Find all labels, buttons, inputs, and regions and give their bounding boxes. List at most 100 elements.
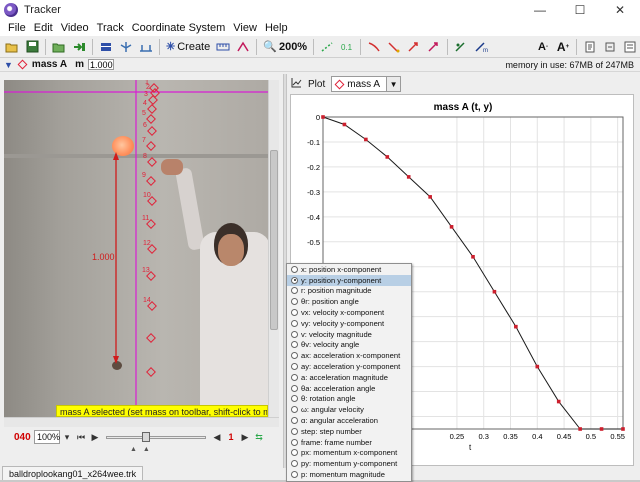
track-marker[interactable] [148, 95, 158, 105]
refresh-icon[interactable] [601, 38, 619, 56]
data-point[interactable] [578, 427, 582, 431]
scroll-thumb[interactable] [270, 150, 278, 330]
zoom-dropdown-icon[interactable]: ▾ [60, 430, 74, 444]
zoom-field[interactable]: 100% [34, 430, 60, 444]
menu-video[interactable]: Video [57, 22, 93, 34]
x-axis-label[interactable]: t [469, 443, 472, 452]
frame-number[interactable]: 040 [14, 432, 34, 443]
variable-menu-item[interactable]: py: momentum y-component [287, 458, 411, 469]
autotracker-icon[interactable] [234, 38, 252, 56]
variable-menu-item[interactable]: x: position x-component [287, 264, 411, 275]
radio-button[interactable] [291, 352, 298, 360]
track-menu-icon[interactable]: ▼ [4, 60, 13, 70]
variable-menu-item[interactable]: r: position magnitude [287, 286, 411, 297]
menu-help[interactable]: Help [261, 22, 292, 34]
track-marker[interactable] [147, 104, 157, 114]
track-marker[interactable] [147, 157, 157, 167]
data-point[interactable] [364, 137, 368, 142]
text-size-decrease-icon[interactable]: A- [534, 38, 552, 56]
track-marker[interactable] [146, 176, 156, 186]
save-icon[interactable] [23, 38, 41, 56]
close-button[interactable]: ✕ [600, 0, 640, 20]
go-to-start-icon[interactable]: ⏮ [74, 430, 88, 444]
data-point[interactable] [514, 324, 518, 329]
variable-menu-item[interactable]: vx: velocity x-component [287, 307, 411, 318]
variable-menu-item[interactable]: θ: rotation angle [287, 394, 411, 405]
radio-button[interactable] [291, 276, 298, 284]
mass-field[interactable] [88, 59, 115, 70]
variable-menu-item[interactable]: vy: velocity y-component [287, 318, 411, 329]
radio-button[interactable] [291, 330, 298, 338]
clip-settings-icon[interactable] [97, 38, 115, 56]
data-point[interactable] [385, 155, 390, 159]
radio-button[interactable] [291, 406, 298, 414]
radio-button[interactable] [291, 341, 298, 349]
radio-button[interactable] [291, 427, 298, 435]
radio-button[interactable] [291, 384, 298, 392]
variable-menu-item[interactable]: ω: angular velocity [287, 404, 411, 415]
slider-knob[interactable] [142, 432, 150, 442]
labels-icon[interactable]: 0.1 [338, 38, 356, 56]
data-point[interactable] [449, 225, 454, 229]
track-name[interactable]: mass A [32, 59, 67, 70]
acceleration-icon[interactable] [425, 38, 443, 56]
data-point[interactable] [556, 399, 561, 404]
radio-button[interactable] [291, 438, 298, 446]
radio-button[interactable] [291, 373, 298, 381]
loop-icon[interactable]: ⇆ [252, 430, 266, 444]
data-point[interactable] [535, 364, 540, 369]
minimize-button[interactable]: — [520, 0, 560, 20]
calibration-length[interactable]: 1.000 [92, 252, 115, 262]
radio-button[interactable] [291, 265, 298, 273]
variable-menu-item[interactable]: frame: frame number [287, 437, 411, 448]
tape-measure-icon[interactable] [214, 38, 232, 56]
data-point[interactable] [406, 175, 411, 179]
step-size[interactable]: 1 [224, 430, 238, 444]
track-marker[interactable] [146, 141, 156, 151]
menu-coordinate-system[interactable]: Coordinate System [128, 22, 230, 34]
menu-view[interactable]: View [229, 22, 261, 34]
center-of-mass-icon[interactable] [452, 38, 470, 56]
data-point[interactable] [471, 254, 475, 259]
text-size-increase-icon[interactable]: A + [554, 38, 572, 56]
track-marker[interactable] [147, 126, 157, 136]
variable-menu-item[interactable]: p: momentum magnitude [287, 469, 411, 480]
variable-menu-item[interactable]: y: position y-component [287, 274, 411, 286]
data-point[interactable] [492, 289, 497, 294]
track-marker[interactable] [146, 367, 156, 377]
video-panel[interactable]: 1.000 1 2 3 4 5 6 7 8 9 10 11 12 13 14 [4, 80, 268, 417]
variable-menu-item[interactable]: θv: velocity angle [287, 340, 411, 351]
video-horizontal-scrollbar[interactable] [4, 417, 279, 427]
plot-track-dropdown[interactable]: mass A ▼ [331, 76, 402, 92]
variable-menu-item[interactable]: θa: acceleration angle [287, 383, 411, 394]
import-icon[interactable] [50, 38, 68, 56]
file-tab[interactable]: balldroplookang01_x264wee.trk [2, 466, 144, 480]
plot-axes-icon[interactable] [290, 77, 302, 92]
track-marker[interactable] [146, 114, 156, 124]
menu-edit[interactable]: Edit [30, 22, 57, 34]
variable-menu-item[interactable]: a: acceleration magnitude [287, 372, 411, 383]
video-vertical-scrollbar[interactable] [268, 80, 279, 417]
radio-button[interactable] [291, 309, 298, 317]
trails-icon[interactable] [318, 38, 336, 56]
radio-button[interactable] [291, 471, 298, 479]
chevron-down-icon[interactable]: ▼ [386, 77, 401, 91]
radio-button[interactable] [291, 319, 298, 327]
radio-button[interactable] [291, 298, 298, 306]
coordinate-axes-icon[interactable] [117, 38, 135, 56]
open-folder-icon[interactable] [3, 38, 21, 56]
radio-button[interactable] [291, 460, 298, 468]
path-icon[interactable] [365, 38, 383, 56]
play-icon[interactable]: ▶ [88, 430, 102, 444]
variable-menu-item[interactable]: step: step number [287, 426, 411, 437]
export-icon[interactable] [70, 38, 88, 56]
momentum-icon[interactable]: m [472, 38, 490, 56]
notes-icon[interactable] [581, 38, 599, 56]
variable-menu-item[interactable]: ay: acceleration y-component [287, 361, 411, 372]
data-point[interactable] [321, 115, 325, 119]
positions-icon[interactable] [385, 38, 403, 56]
frame-slider[interactable] [106, 430, 206, 444]
variable-menu-item[interactable]: px: momentum x-component [287, 448, 411, 459]
create-track-button[interactable]: ✳ Create [163, 38, 213, 56]
data-point[interactable] [621, 427, 625, 431]
